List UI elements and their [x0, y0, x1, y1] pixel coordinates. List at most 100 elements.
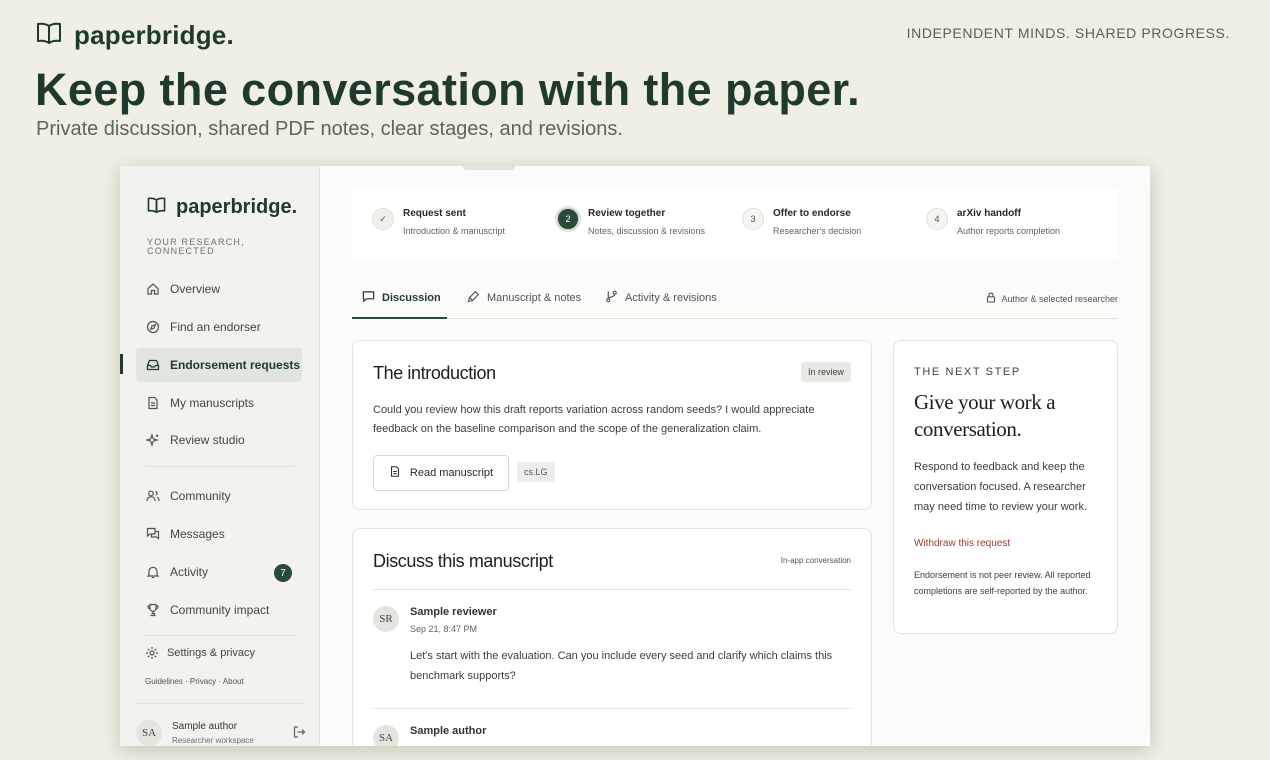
sidebar-item-endorsement-requests[interactable]: Endorsement requests [136, 348, 302, 382]
activity-count-badge: 7 [274, 564, 292, 582]
discussion-card: Discuss this manuscript In-app conversat… [352, 528, 872, 746]
sidebar-item-label: Activity [170, 565, 209, 579]
document-icon [146, 396, 160, 410]
step-title: Offer to endorse [773, 208, 851, 219]
people-icon [146, 489, 160, 503]
progress-stepper: ✓ Request sent Introduction & manuscript… [352, 188, 1118, 260]
step-subtitle: Notes, discussion & revisions [588, 226, 706, 236]
messages-icon [146, 527, 160, 541]
step-subtitle: Author reports completion [957, 226, 1061, 236]
sidebar-item-label: Endorsement requests [170, 358, 301, 372]
withdraw-request-link[interactable]: Withdraw this request [914, 538, 1010, 549]
privacy-note-text: Author & selected researcher [1001, 293, 1118, 304]
sidebar-item-activity[interactable]: Activity 7 [136, 555, 302, 589]
user-profile[interactable]: SA Sample author Researcher workspace [136, 717, 306, 746]
step-offer-to-endorse: 3 Offer to endorse Researcher's decision [742, 208, 861, 236]
app-window: paperbridge. YOUR RESEARCH, CONNECTED Ov… [120, 166, 1150, 746]
sidebar: paperbridge. YOUR RESEARCH, CONNECTED Ov… [120, 166, 320, 746]
hero-title: Keep the conversation with the paper. [35, 64, 860, 115]
tab-discussion[interactable]: Discussion [352, 278, 447, 319]
next-step-eyebrow: THE NEXT STEP [914, 366, 1021, 378]
next-step-card: THE NEXT STEP Give your work a conversat… [893, 340, 1118, 634]
read-manuscript-button[interactable]: Read manuscript [373, 455, 509, 491]
hero-brand[interactable]: paperbridge. [36, 20, 234, 51]
hero-subtitle: Private discussion, shared PDF notes, cl… [36, 118, 623, 140]
sidebar-item-messages[interactable]: Messages [136, 517, 302, 551]
step-request-sent: ✓ Request sent Introduction & manuscript [372, 208, 505, 236]
open-book-icon [36, 21, 62, 50]
sidebar-item-review-studio[interactable]: Review studio [136, 423, 302, 457]
step-title: Review together [588, 208, 666, 219]
sidebar-item-overview[interactable]: Overview [136, 272, 302, 306]
gear-icon [145, 646, 159, 660]
comment-author: Sample reviewer [410, 606, 497, 618]
window-top-handle [463, 166, 515, 170]
tab-label: Discussion [382, 291, 441, 304]
sidebar-item-label: Messages [170, 527, 225, 541]
sidebar-brand-name: paperbridge. [176, 196, 298, 218]
step-subtitle: Researcher's decision [773, 226, 862, 236]
sidebar-item-label: Review studio [170, 433, 245, 447]
introduction-text: Could you review how this draft reports … [373, 404, 815, 435]
inbox-icon [146, 358, 160, 372]
user-name: Sample author [172, 721, 238, 732]
tab-label: Activity & revisions [625, 292, 717, 304]
tagline: INDEPENDENT MINDS. SHARED PROGRESS. [906, 25, 1230, 41]
sidebar-item-my-manuscripts[interactable]: My manuscripts [136, 386, 302, 420]
tab-label: Manuscript & notes [487, 292, 582, 304]
highlighter-icon [467, 290, 480, 306]
settings-label: Settings & privacy [167, 647, 256, 659]
logout-icon[interactable] [292, 725, 306, 744]
step-title: Request sent [403, 208, 466, 219]
footer-links[interactable]: Guidelines · Privacy · About [145, 677, 244, 686]
step-review-together: 2 Review together Notes, discussion & re… [557, 208, 705, 236]
sidebar-item-find-endorser[interactable]: Find an endorser [136, 310, 302, 344]
next-step-description: Respond to feedback and keep the convers… [914, 461, 1088, 513]
tab-bar: Discussion Manuscript & notes Activity &… [352, 278, 1118, 319]
sidebar-item-label: Find an endorser [170, 320, 261, 334]
user-role: Researcher workspace [172, 736, 254, 745]
open-book-icon [147, 196, 166, 219]
endorsement-footnote: Endorsement is not peer review. All repo… [914, 570, 1091, 596]
discussion-meta: In-app conversation [780, 556, 851, 565]
sparkle-icon [146, 433, 160, 447]
branch-icon [605, 290, 618, 306]
active-nav-marker [120, 354, 123, 374]
next-step-title: Give your work a conversation. [914, 390, 1056, 441]
sidebar-brand[interactable]: paperbridge. [147, 196, 297, 219]
comment-timestamp: Sep 21, 8:47 PM [410, 624, 478, 634]
comment-author: Sample author [410, 725, 487, 737]
privacy-note: Author & selected researcher [986, 292, 1118, 305]
sidebar-divider [146, 466, 294, 467]
sidebar-divider [136, 703, 304, 704]
step-subtitle: Introduction & manuscript [403, 226, 506, 236]
sidebar-item-label: Overview [170, 282, 221, 296]
sidebar-caption: YOUR RESEARCH, CONNECTED [147, 237, 245, 256]
category-tag: cs.LG [517, 462, 555, 482]
document-icon [389, 465, 401, 481]
hero-brand-name: paperbridge. [74, 20, 234, 50]
sidebar-item-label: Community impact [170, 603, 270, 617]
comment-text: Let's start with the evaluation. Can you… [410, 650, 833, 682]
sidebar-item-label: Community [170, 489, 231, 503]
check-icon: ✓ [372, 208, 394, 230]
tab-activity-revisions[interactable]: Activity & revisions [595, 278, 727, 318]
card-title: Discuss this manuscript [373, 551, 553, 571]
chat-icon [362, 290, 375, 306]
step-arxiv-handoff: 4 arXiv handoff Author reports completio… [926, 208, 1060, 236]
divider [373, 589, 851, 590]
compass-icon [146, 320, 160, 334]
step-title: arXiv handoff [957, 208, 1021, 219]
status-badge: In review [800, 362, 851, 382]
sidebar-item-settings[interactable]: Settings & privacy [136, 636, 302, 670]
step-number: 4 [926, 208, 948, 230]
home-icon [146, 282, 160, 296]
divider [373, 708, 851, 709]
tab-manuscript-notes[interactable]: Manuscript & notes [457, 278, 591, 318]
avatar: SR [373, 606, 399, 632]
sidebar-item-community[interactable]: Community [136, 479, 302, 513]
step-number: 2 [557, 208, 579, 230]
button-label: Read manuscript [409, 467, 494, 479]
sidebar-item-community-impact[interactable]: Community impact [136, 593, 302, 627]
bell-icon [146, 565, 160, 579]
